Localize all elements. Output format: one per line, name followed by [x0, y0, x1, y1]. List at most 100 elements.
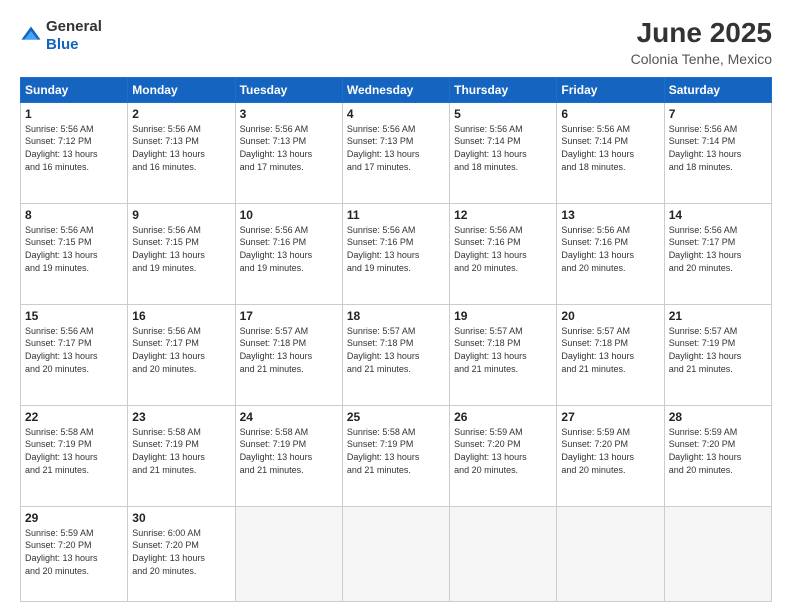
calendar-cell: 7Sunrise: 5:56 AM Sunset: 7:14 PM Daylig…: [664, 102, 771, 203]
logo-blue: Blue: [46, 36, 79, 53]
day-info: Sunrise: 5:56 AM Sunset: 7:14 PM Dayligh…: [561, 123, 659, 173]
day-number: 24: [240, 410, 338, 424]
logo-general: General: [46, 18, 102, 35]
day-number: 27: [561, 410, 659, 424]
day-number: 5: [454, 107, 552, 121]
day-number: 12: [454, 208, 552, 222]
day-number: 3: [240, 107, 338, 121]
day-number: 11: [347, 208, 445, 222]
calendar-cell: 4 Sunrise: 5:56 AM Sunset: 7:13 PM Daylig…: [342, 102, 449, 203]
day-number: 6: [561, 107, 659, 121]
calendar-cell: 11Sunrise: 5:56 AM Sunset: 7:16 PM Dayli…: [342, 203, 449, 304]
day-number: 22: [25, 410, 123, 424]
page: General Blue June 2025 Colonia Tenhe, Me…: [0, 0, 792, 612]
calendar-cell: [664, 506, 771, 601]
day-number: 1: [25, 107, 123, 121]
calendar-header-friday: Friday: [557, 77, 664, 102]
calendar-cell: 1 Sunrise: 5:56 AM Sunset: 7:12 PM Daylig…: [21, 102, 128, 203]
day-info: Sunrise: 5:57 AM Sunset: 7:18 PM Dayligh…: [347, 325, 445, 375]
day-number: 28: [669, 410, 767, 424]
day-info: Sunrise: 5:57 AM Sunset: 7:18 PM Dayligh…: [240, 325, 338, 375]
calendar-cell: 19Sunrise: 5:57 AM Sunset: 7:18 PM Dayli…: [450, 304, 557, 405]
calendar-cell: 23 Sunrise: 5:58 AM Sunset: 7:19 PM Dayli…: [128, 405, 235, 506]
day-info: Sunrise: 5:58 AM Sunset: 7:19 PM Dayligh…: [240, 426, 338, 476]
calendar-cell: 17 Sunrise: 5:57 AM Sunset: 7:18 PM Dayli…: [235, 304, 342, 405]
calendar-cell: [342, 506, 449, 601]
calendar-cell: [450, 506, 557, 601]
day-number: 2: [132, 107, 230, 121]
day-info: Sunrise: 5:58 AM Sunset: 7:19 PM Dayligh…: [132, 426, 230, 476]
day-number: 20: [561, 309, 659, 323]
day-info: Sunrise: 6:00 AM Sunset: 7:20 PM Dayligh…: [132, 527, 230, 577]
day-info: Sunrise: 5:59 AM Sunset: 7:20 PM Dayligh…: [454, 426, 552, 476]
day-number: 16: [132, 309, 230, 323]
calendar-table: SundayMondayTuesdayWednesdayThursdayFrid…: [20, 77, 772, 602]
calendar-cell: 12 Sunrise: 5:56 AM Sunset: 7:16 PM Dayli…: [450, 203, 557, 304]
calendar-cell: 26Sunrise: 5:59 AM Sunset: 7:20 PM Dayli…: [450, 405, 557, 506]
day-info: Sunrise: 5:57 AM Sunset: 7:19 PM Dayligh…: [669, 325, 767, 375]
calendar-week-0: 1 Sunrise: 5:56 AM Sunset: 7:12 PM Daylig…: [21, 102, 772, 203]
header: General Blue June 2025 Colonia Tenhe, Me…: [20, 18, 772, 67]
day-info: Sunrise: 5:58 AM Sunset: 7:19 PM Dayligh…: [25, 426, 123, 476]
day-info: Sunrise: 5:56 AM Sunset: 7:17 PM Dayligh…: [25, 325, 123, 375]
calendar-cell: 16 Sunrise: 5:56 AM Sunset: 7:17 PM Dayli…: [128, 304, 235, 405]
calendar-header-monday: Monday: [128, 77, 235, 102]
calendar-cell: 27Sunrise: 5:59 AM Sunset: 7:20 PM Dayli…: [557, 405, 664, 506]
day-number: 18: [347, 309, 445, 323]
title-block: June 2025 Colonia Tenhe, Mexico: [631, 18, 772, 67]
day-info: Sunrise: 5:56 AM Sunset: 7:15 PM Dayligh…: [25, 224, 123, 274]
day-info: Sunrise: 5:59 AM Sunset: 7:20 PM Dayligh…: [25, 527, 123, 577]
day-info: Sunrise: 5:56 AM Sunset: 7:17 PM Dayligh…: [669, 224, 767, 274]
calendar-cell: 28 Sunrise: 5:59 AM Sunset: 7:20 PM Dayli…: [664, 405, 771, 506]
day-info: Sunrise: 5:56 AM Sunset: 7:17 PM Dayligh…: [132, 325, 230, 375]
day-info: Sunrise: 5:56 AM Sunset: 7:16 PM Dayligh…: [240, 224, 338, 274]
day-number: 21: [669, 309, 767, 323]
day-number: 9: [132, 208, 230, 222]
calendar-cell: 8Sunrise: 5:56 AM Sunset: 7:15 PM Daylig…: [21, 203, 128, 304]
calendar-cell: 10 Sunrise: 5:56 AM Sunset: 7:16 PM Dayli…: [235, 203, 342, 304]
calendar-header-sunday: Sunday: [21, 77, 128, 102]
day-info: Sunrise: 5:57 AM Sunset: 7:18 PM Dayligh…: [561, 325, 659, 375]
calendar-cell: [235, 506, 342, 601]
calendar-cell: 18 Sunrise: 5:57 AM Sunset: 7:18 PM Dayli…: [342, 304, 449, 405]
day-number: 10: [240, 208, 338, 222]
calendar-cell: 13Sunrise: 5:56 AM Sunset: 7:16 PM Dayli…: [557, 203, 664, 304]
calendar-cell: 14 Sunrise: 5:56 AM Sunset: 7:17 PM Dayli…: [664, 203, 771, 304]
day-number: 17: [240, 309, 338, 323]
logo-text: General Blue: [46, 18, 102, 54]
day-info: Sunrise: 5:56 AM Sunset: 7:12 PM Dayligh…: [25, 123, 123, 173]
day-info: Sunrise: 5:56 AM Sunset: 7:14 PM Dayligh…: [669, 123, 767, 173]
day-number: 30: [132, 511, 230, 525]
calendar-header-thursday: Thursday: [450, 77, 557, 102]
calendar-cell: 3 Sunrise: 5:56 AM Sunset: 7:13 PM Daylig…: [235, 102, 342, 203]
main-title: June 2025: [631, 18, 772, 49]
calendar-cell: 6 Sunrise: 5:56 AM Sunset: 7:14 PM Daylig…: [557, 102, 664, 203]
logo-icon: [20, 25, 42, 47]
calendar-cell: 25Sunrise: 5:58 AM Sunset: 7:19 PM Dayli…: [342, 405, 449, 506]
day-info: Sunrise: 5:59 AM Sunset: 7:20 PM Dayligh…: [669, 426, 767, 476]
calendar-week-3: 22 Sunrise: 5:58 AM Sunset: 7:19 PM Dayli…: [21, 405, 772, 506]
calendar-header-tuesday: Tuesday: [235, 77, 342, 102]
day-info: Sunrise: 5:56 AM Sunset: 7:13 PM Dayligh…: [347, 123, 445, 173]
day-number: 13: [561, 208, 659, 222]
subtitle: Colonia Tenhe, Mexico: [631, 51, 772, 67]
calendar-cell: [557, 506, 664, 601]
day-number: 4: [347, 107, 445, 121]
calendar-cell: 21 Sunrise: 5:57 AM Sunset: 7:19 PM Dayli…: [664, 304, 771, 405]
calendar-cell: 22 Sunrise: 5:58 AM Sunset: 7:19 PM Dayli…: [21, 405, 128, 506]
calendar-cell: 15Sunrise: 5:56 AM Sunset: 7:17 PM Dayli…: [21, 304, 128, 405]
calendar-week-1: 8Sunrise: 5:56 AM Sunset: 7:15 PM Daylig…: [21, 203, 772, 304]
calendar-cell: 20 Sunrise: 5:57 AM Sunset: 7:18 PM Dayli…: [557, 304, 664, 405]
day-number: 14: [669, 208, 767, 222]
calendar-cell: 30 Sunrise: 6:00 AM Sunset: 7:20 PM Dayli…: [128, 506, 235, 601]
day-info: Sunrise: 5:56 AM Sunset: 7:16 PM Dayligh…: [454, 224, 552, 274]
logo: General Blue: [20, 18, 102, 54]
calendar-cell: 5Sunrise: 5:56 AM Sunset: 7:14 PM Daylig…: [450, 102, 557, 203]
calendar-cell: 24 Sunrise: 5:58 AM Sunset: 7:19 PM Dayli…: [235, 405, 342, 506]
day-info: Sunrise: 5:56 AM Sunset: 7:13 PM Dayligh…: [240, 123, 338, 173]
day-info: Sunrise: 5:58 AM Sunset: 7:19 PM Dayligh…: [347, 426, 445, 476]
day-number: 23: [132, 410, 230, 424]
calendar-header-saturday: Saturday: [664, 77, 771, 102]
calendar-cell: 2Sunrise: 5:56 AM Sunset: 7:13 PM Daylig…: [128, 102, 235, 203]
day-number: 29: [25, 511, 123, 525]
